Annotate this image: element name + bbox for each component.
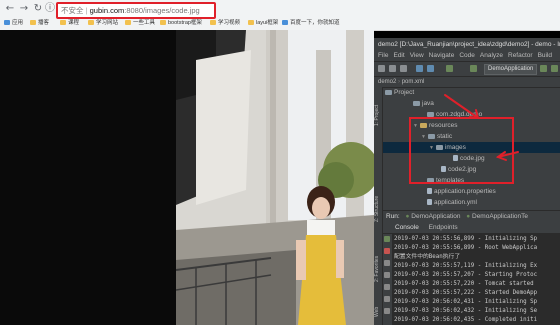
ide-toolbar: DemoApplication xyxy=(374,61,560,77)
bookmark-folder[interactable]: 课程 xyxy=(60,17,79,29)
page-background xyxy=(0,30,176,325)
forward-icon[interactable]: → xyxy=(18,3,30,15)
bookmark-apps[interactable]: 应用 xyxy=(4,17,23,29)
browser-chrome: ← → ↻ ⓘ 不安全 | gubin.com:8080/images/code… xyxy=(0,0,560,31)
spring-icon xyxy=(470,65,477,72)
console-line: 2019-07-03 20:56:02,435 - Completed init… xyxy=(394,317,538,323)
tree-item[interactable]: Project xyxy=(385,87,414,98)
info-icon: ⓘ xyxy=(45,3,55,14)
tab-structure[interactable]: Z: Structure xyxy=(374,187,382,231)
stop-icon[interactable] xyxy=(384,248,390,254)
tab-endpoints[interactable]: Endpoints xyxy=(429,224,458,231)
bookmark-folder[interactable]: 学习视频 xyxy=(210,17,240,29)
side-tool-strip: 1: Project Z: Structure 2: Favorites Web xyxy=(374,87,383,325)
menu-refactor[interactable]: Refactor xyxy=(508,52,533,59)
yaml-file-icon xyxy=(427,199,432,206)
pause-icon[interactable] xyxy=(384,260,390,266)
run-configuration-select[interactable]: DemoApplication xyxy=(484,64,538,75)
folder-icon xyxy=(248,20,254,26)
breadcrumb-project[interactable]: demo2 xyxy=(378,79,396,85)
build-icon[interactable] xyxy=(446,65,453,72)
displayed-image xyxy=(176,30,374,325)
menu-analyze[interactable]: Analyze xyxy=(480,52,503,59)
settings-icon[interactable] xyxy=(384,284,390,290)
console-line: 2019-07-03 20:55:57,222 - Started DemoAp… xyxy=(394,290,538,296)
spring-icon: ● xyxy=(466,213,471,220)
tree-item[interactable]: java xyxy=(413,98,434,109)
folder-icon xyxy=(413,100,420,106)
menu-edit[interactable]: Edit xyxy=(393,52,404,59)
ide-menubar: File Edit View Navigate Code Analyze Refactor B… xyxy=(374,51,560,61)
bookmarks-bar: 应用 播客 课程 学习网站 一些工具 bootstrap框架 学习视频 layu… xyxy=(0,17,560,29)
console-line: 2019-07-03 20:55:57,220 - Tomcat started xyxy=(394,281,534,287)
run-actions xyxy=(383,234,391,325)
tab-project[interactable]: 1: Project xyxy=(374,95,382,135)
forward-nav-icon[interactable] xyxy=(427,65,434,72)
folder-icon xyxy=(125,20,131,26)
bookmark-folder[interactable]: bootstrap框架 xyxy=(160,17,202,29)
project-icon xyxy=(385,89,392,95)
bookmark-folder[interactable]: 学习网站 xyxy=(88,17,118,29)
run-tool-header: Run: ● DemoApplication ● DemoApplication… xyxy=(383,210,560,222)
tab-web[interactable]: Web xyxy=(374,302,382,322)
rerun-icon[interactable] xyxy=(384,236,390,242)
camera-icon[interactable] xyxy=(384,272,390,278)
breadcrumb-file[interactable]: pom.xml xyxy=(402,79,425,85)
baidu-icon xyxy=(282,20,288,26)
back-nav-icon[interactable] xyxy=(416,65,423,72)
run-label: Run: xyxy=(386,213,400,220)
console-line: 2019-07-03 20:55:56,899 - Initializing S… xyxy=(394,236,538,242)
console-tabs: Console Endpoints xyxy=(383,222,560,234)
folder-icon xyxy=(160,20,166,26)
annotation-box xyxy=(409,117,514,184)
console-output[interactable]: 2019-07-03 20:55:56,899 - Initializing S… xyxy=(392,234,560,325)
folder-icon xyxy=(60,20,66,26)
tree-item[interactable]: application.properties xyxy=(427,186,496,197)
menu-code[interactable]: Code xyxy=(459,52,475,59)
console-line: 配置文件中的Bean执行了 xyxy=(394,254,461,260)
ide-title: demo2 [D:\Java_Ruanjian\project_idea\zdg… xyxy=(374,38,560,51)
spring-icon: ● xyxy=(405,213,410,220)
sync-icon[interactable] xyxy=(400,65,407,72)
console-line: 2019-07-03 20:55:57,207 - Starting Proto… xyxy=(394,272,538,278)
console-line: 2019-07-03 20:55:57,119 - Initializing E… xyxy=(394,263,538,269)
url-path: :8080/images/code.jpg xyxy=(124,6,200,15)
console-line: 2019-07-03 20:55:56,899 - Root WebApplic… xyxy=(394,245,538,251)
menu-view[interactable]: View xyxy=(410,52,424,59)
tree-item[interactable]: application.yml xyxy=(427,197,477,208)
folder-icon xyxy=(88,20,94,26)
insecure-label: 不安全 xyxy=(61,6,84,15)
bookmark-folder[interactable]: 一些工具 xyxy=(125,17,155,29)
run-icon[interactable] xyxy=(540,65,547,72)
properties-file-icon xyxy=(427,188,432,195)
bookmark-folder[interactable]: layui框架 xyxy=(248,17,278,29)
photo-graphic xyxy=(176,30,374,325)
run-tab-demoapplicationtest[interactable]: ● DemoApplicationTe xyxy=(466,211,528,222)
exit-icon[interactable] xyxy=(384,296,390,302)
open-icon[interactable] xyxy=(378,65,385,72)
menu-file[interactable]: File xyxy=(378,52,388,59)
debug-icon[interactable] xyxy=(551,65,558,72)
apps-icon xyxy=(4,20,10,26)
tab-favorites[interactable]: 2: Favorites xyxy=(374,247,382,291)
back-icon[interactable]: ← xyxy=(4,3,16,15)
menu-navigate[interactable]: Navigate xyxy=(429,52,455,59)
bookmark-folder[interactable]: 播客 xyxy=(30,17,49,29)
url-host: gubin.com xyxy=(89,6,125,15)
menu-build[interactable]: Build xyxy=(538,52,552,59)
console-line: 2019-07-03 20:56:02,431 - Initializing S… xyxy=(394,299,538,305)
bookmark-baidu[interactable]: 百度一下，你就知道 xyxy=(282,17,340,29)
folder-icon xyxy=(30,20,36,26)
pin-icon[interactable] xyxy=(384,308,390,314)
run-tab-demoapplication[interactable]: ● DemoApplication xyxy=(406,211,461,222)
save-icon[interactable] xyxy=(389,65,396,72)
folder-icon xyxy=(210,20,216,26)
tab-console[interactable]: Console xyxy=(395,224,419,231)
reload-icon[interactable]: ↻ xyxy=(32,3,44,15)
console-line: 2019-07-03 20:56:02,432 - Initializing S… xyxy=(394,308,538,314)
